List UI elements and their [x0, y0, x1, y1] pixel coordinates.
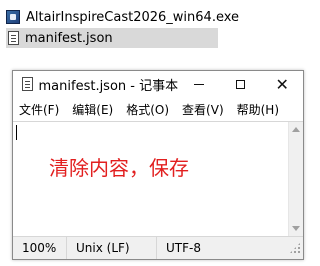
- window-title: manifest.json - 记事本: [38, 78, 179, 94]
- status-bar: 100% Unix (LF) UTF-8: [13, 236, 303, 259]
- maximize-button[interactable]: [220, 71, 262, 97]
- text-caret: [16, 125, 17, 140]
- scroll-up-icon[interactable]: [292, 127, 300, 132]
- json-filename: manifest.json: [25, 30, 113, 46]
- menu-bar: 文件(F) 编辑(E) 格式(O) 查看(V) 帮助(H): [13, 98, 303, 120]
- status-line-ending: Unix (LF): [67, 237, 157, 259]
- resize-grip-icon[interactable]: [289, 242, 301, 254]
- document-icon: [8, 31, 19, 45]
- status-zoom: 100%: [13, 237, 67, 259]
- scroll-down-icon[interactable]: [292, 226, 300, 231]
- vertical-scrollbar[interactable]: [288, 122, 303, 236]
- menu-help[interactable]: 帮助(H): [231, 101, 286, 118]
- explorer-file-exe[interactable]: AltairInspireCast2026_win64.exe: [6, 7, 266, 27]
- title-bar[interactable]: manifest.json - 记事本 ✕: [13, 71, 303, 97]
- text-editor-area[interactable]: 清除内容，保存: [13, 121, 303, 236]
- minimize-icon: [193, 83, 204, 85]
- menu-view[interactable]: 查看(V): [176, 101, 231, 118]
- installer-icon: [6, 10, 20, 24]
- status-encoding: UTF-8: [166, 241, 201, 255]
- minimize-button[interactable]: [178, 71, 220, 97]
- menu-format[interactable]: 格式(O): [120, 101, 176, 118]
- notepad-icon: [22, 77, 33, 91]
- explorer-file-json-selected[interactable]: manifest.json: [6, 28, 218, 48]
- annotation-text: 清除内容，保存: [49, 156, 189, 180]
- close-button[interactable]: ✕: [261, 71, 303, 97]
- menu-file[interactable]: 文件(F): [13, 101, 66, 118]
- close-icon: ✕: [275, 74, 289, 94]
- maximize-icon: [236, 79, 246, 89]
- exe-filename: AltairInspireCast2026_win64.exe: [26, 9, 240, 25]
- menu-edit[interactable]: 编辑(E): [66, 101, 120, 118]
- notepad-window: manifest.json - 记事本 ✕ 文件(F) 编辑(E) 格式(O) …: [12, 70, 304, 260]
